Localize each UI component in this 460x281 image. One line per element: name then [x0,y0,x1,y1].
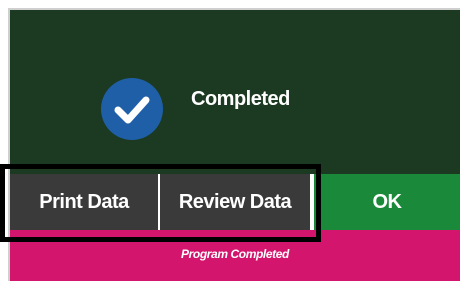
check-icon [101,78,163,140]
completion-screen: Completed Print Data Review Data OK Prog… [10,10,460,281]
status-bar-message: Program Completed [181,247,289,261]
status-bar: Program Completed [10,230,460,281]
review-data-button[interactable]: Review Data [160,174,310,230]
print-data-button[interactable]: Print Data [10,174,160,230]
ok-button[interactable]: OK [312,174,460,230]
status-panel: Completed [10,10,460,174]
status-title: Completed [191,88,290,110]
